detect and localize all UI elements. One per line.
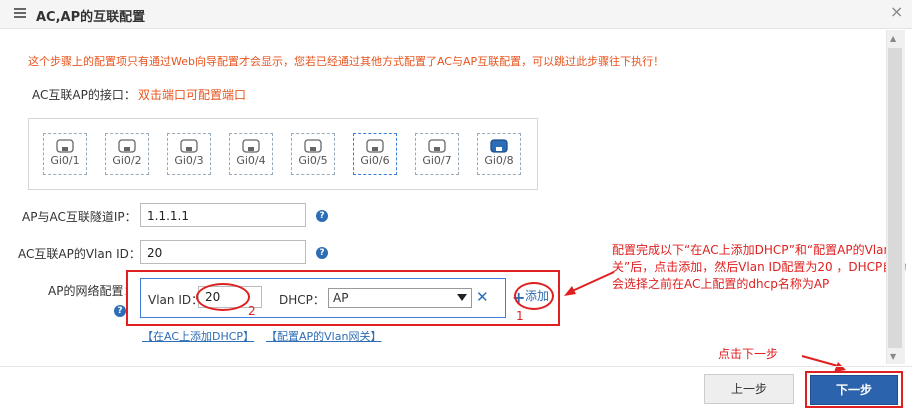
ethernet-port-icon [180,139,198,153]
chevron-down-icon [457,294,467,301]
port-gi0-5[interactable]: Gi0/5 [291,133,335,175]
ethernet-port-icon [304,139,322,153]
annotation-text: 配置完成以下“在AC上添加DHCP”和“配置AP的Vlan网关”后，点击添加，然… [612,243,907,291]
ethernet-port-icon [56,139,74,153]
network-vlan-label: Vlan ID： [148,293,204,307]
port-label: Gi0/2 [112,154,142,167]
port-label: Gi0/5 [298,154,328,167]
dhcp-select-value: AP [333,291,349,305]
port-gi0-2[interactable]: Gi0/2 [105,133,149,175]
port-panel: Gi0/1 Gi0/2 Gi0/3 Gi0/4 Gi0/5 Gi0/6 Gi0/… [28,118,538,190]
port-gi0-6[interactable]: Gi0/6 [353,133,397,175]
port-gi0-8[interactable]: Gi0/8 [477,133,521,175]
ethernet-port-icon [428,139,446,153]
interface-hint: 双击端口可配置端口 [138,88,247,102]
scroll-up-icon[interactable]: ▲ [890,34,896,43]
annotation-circle-2 [196,283,250,311]
ethernet-port-active-icon [490,139,508,153]
port-label: Gi0/6 [360,154,390,167]
dhcp-label: DHCP： [279,293,325,307]
footer-divider [0,366,912,367]
next-step-annotation: 点击下一步 [718,347,779,361]
window-title: AC,AP的互联配置 [36,10,146,25]
annotation-circle-1 [514,282,554,310]
prev-step-button[interactable]: 上一步 [704,374,794,404]
add-dhcp-link[interactable]: 【在AC上添加DHCP】 [142,328,254,344]
port-gi0-3[interactable]: Gi0/3 [167,133,211,175]
annotation-marker-2: 2 [248,304,256,318]
vlan-id-input[interactable]: 20 [140,240,306,264]
tunnel-ip-label: AP与AC互联隧道IP： [22,210,137,224]
port-label: Gi0/1 [50,154,80,167]
next-step-button[interactable]: 下一步 [810,375,898,405]
scroll-down-icon[interactable]: ▼ [890,352,896,361]
notice-text: 这个步骤上的配置项只有通过Web向导配置才会显示，您若已经通过其他方式配置了AC… [28,55,665,68]
close-icon[interactable]: × [890,2,903,21]
port-gi0-4[interactable]: Gi0/4 [229,133,273,175]
port-gi0-7[interactable]: Gi0/7 [415,133,459,175]
help-icon[interactable]: ? [316,247,328,259]
help-icon[interactable]: ? [114,305,126,317]
tunnel-ip-input[interactable]: 1.1.1.1 [140,203,306,227]
scrollbar-thumb[interactable] [888,48,902,348]
help-icon[interactable]: ? [316,210,328,222]
port-gi0-1[interactable]: Gi0/1 [43,133,87,175]
port-label: Gi0/4 [236,154,266,167]
remove-icon[interactable]: ✕ [476,288,489,306]
dhcp-select[interactable]: AP [328,288,472,308]
menu-icon[interactable] [14,8,26,18]
ethernet-port-icon [242,139,260,153]
ethernet-port-icon [118,139,136,153]
port-label: Gi0/7 [422,154,452,167]
network-config-label: AP的网络配置： [48,284,136,298]
vlan-id-label: AC互联AP的Vlan ID： [18,247,141,261]
port-label: Gi0/3 [174,154,204,167]
ethernet-port-icon [366,139,384,153]
interface-label: AC互联AP的接口： [32,88,136,102]
annotation-marker-1: 1 [516,309,524,323]
annotation-arrow-icon [564,271,615,296]
port-label: Gi0/8 [484,154,514,167]
vlan-gateway-link[interactable]: 【配置AP的Vlan网关】 [266,328,381,344]
